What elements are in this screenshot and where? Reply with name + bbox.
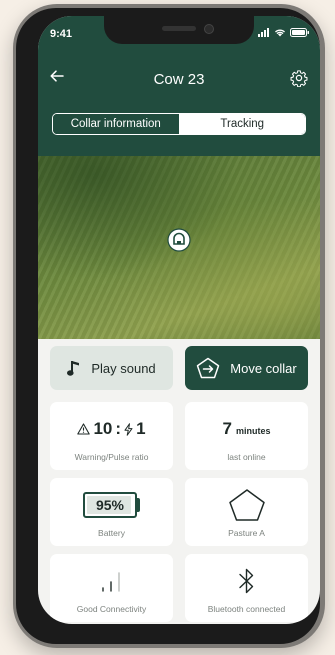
lightning-bolt-icon — [124, 422, 133, 436]
wifi-icon — [275, 29, 285, 37]
app-header: 9:41 Cow 23 Collar information Tracking — [38, 16, 320, 156]
music-note-icon — [67, 361, 80, 376]
last-online-caption: last online — [227, 452, 266, 462]
bluetooth-icon — [238, 568, 253, 594]
battery-tip — [137, 498, 140, 512]
last-online-card: 7 minutes last online — [185, 402, 308, 470]
ratio-separator: : — [115, 419, 122, 438]
status-icons — [258, 28, 310, 37]
warning-triangle-icon — [77, 423, 91, 435]
action-buttons: Play sound Move collar — [50, 346, 308, 390]
notch — [104, 16, 254, 44]
pasture-card[interactable]: Pasture A — [185, 478, 308, 546]
move-collar-button[interactable]: Move collar — [185, 346, 308, 390]
connectivity-card: Good Connectivity — [50, 554, 173, 622]
warning-pulse-value: 10 : 1 — [77, 419, 146, 439]
connectivity-caption: Good Connectivity — [76, 604, 147, 614]
warning-count: 10 — [93, 419, 113, 438]
play-sound-label: Play sound — [91, 360, 156, 376]
battery-status-icon — [290, 28, 309, 37]
bluetooth-caption: Bluetooth connected — [207, 604, 286, 614]
battery-percentage: 95% — [95, 497, 125, 513]
collar-location-pin-icon[interactable] — [167, 228, 191, 252]
front-camera — [204, 24, 214, 34]
signal-strength-icon — [101, 572, 120, 592]
tab-collar-information[interactable]: Collar information — [53, 114, 180, 134]
info-cards-grid: 10 : 1 Warning/Pulse ratio 7 minutes las… — [50, 402, 308, 622]
satellite-map[interactable] — [38, 156, 320, 339]
battery-card: 95% Battery — [50, 478, 173, 546]
battery-icon: 95% — [83, 492, 137, 518]
tab-bar: Collar information Tracking — [52, 113, 306, 135]
play-sound-button[interactable]: Play sound — [50, 346, 173, 390]
app-screen: 9:41 Cow 23 Collar information Tracking … — [38, 16, 320, 624]
warning-pulse-card: 10 : 1 Warning/Pulse ratio — [50, 402, 173, 470]
signal-icon — [258, 28, 269, 37]
gear-icon[interactable] — [290, 69, 308, 87]
pentagon-icon — [228, 489, 265, 521]
pulse-count: 1 — [136, 419, 146, 438]
status-time: 9:41 — [50, 28, 73, 40]
warning-pulse-caption: Warning/Pulse ratio — [74, 452, 149, 462]
move-collar-label: Move collar — [230, 360, 297, 376]
page-title: Cow 23 — [153, 71, 205, 88]
speaker — [162, 26, 196, 31]
battery-caption: Battery — [98, 528, 125, 538]
tab-tracking[interactable]: Tracking — [179, 114, 305, 134]
last-online-value: 7 — [222, 419, 232, 438]
pasture-caption: Pasture A — [228, 528, 265, 538]
move-pentagon-arrow-icon — [197, 357, 220, 379]
last-online-unit: minutes — [235, 426, 271, 436]
bluetooth-card: Bluetooth connected — [185, 554, 308, 622]
